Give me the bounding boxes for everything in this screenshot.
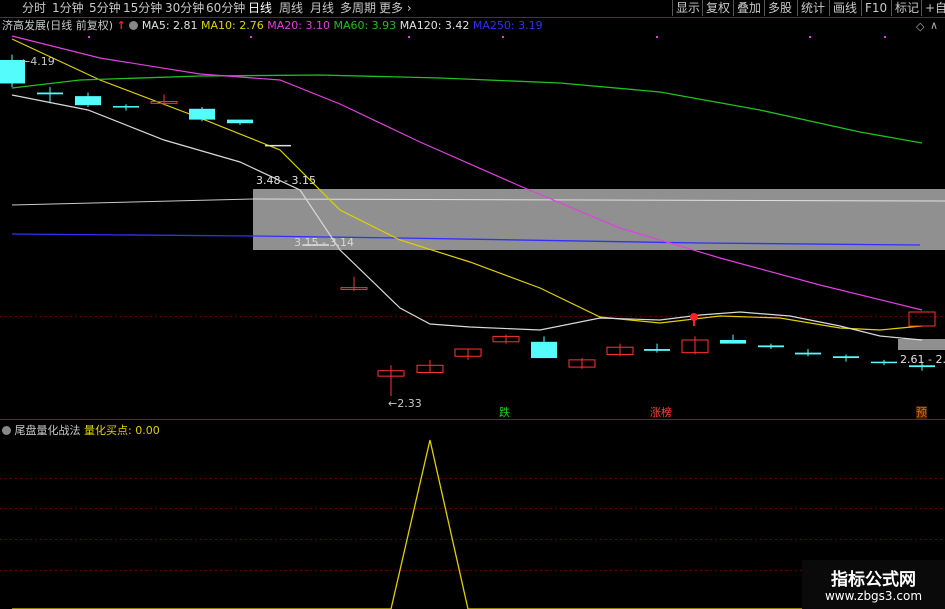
candle-body	[795, 352, 821, 355]
ma5-label: MA5: 2.81	[141, 19, 198, 32]
candle-body	[189, 108, 215, 120]
ma250-label: MA250: 3.19	[472, 19, 543, 32]
main-legend: 济高发展(日线 前复权) ↑ MA5: 2.81 MA10: 2.76 MA20…	[2, 18, 543, 33]
ma-marker-dot	[656, 36, 658, 38]
ma-marker-dot	[250, 36, 252, 38]
sub-legend: 尾盘量化战法 量化买点: 0.00	[2, 423, 160, 438]
ma10-label: MA10: 2.76	[201, 19, 264, 32]
forecast-badge[interactable]: 预	[916, 406, 927, 419]
watermark-url: www.zbgs3.com	[824, 589, 923, 603]
candle-body	[265, 144, 291, 147]
ma-marker-dot	[884, 36, 886, 38]
ma120-label: MA120: 3.42	[399, 19, 470, 32]
sub-settings-circle-icon[interactable]	[2, 426, 11, 435]
candle-body	[227, 119, 253, 124]
ma120-line-left	[11, 198, 254, 206]
low-price-label: ←2.33	[388, 397, 422, 410]
candle-body	[75, 96, 101, 106]
candle-body	[37, 92, 63, 95]
settings-circle-icon[interactable]	[129, 21, 139, 30]
indicator-value: 量化买点: 0.00	[84, 424, 160, 437]
low-price-value: 2.33	[397, 397, 422, 410]
expand-diamond-icon[interactable]: ◇	[916, 20, 924, 33]
ma60-line	[11, 74, 923, 144]
candle-body	[758, 345, 784, 348]
ma-marker-dot	[809, 36, 811, 38]
kline-chart[interactable]	[0, 0, 945, 609]
candle-body	[833, 356, 859, 359]
high-price-value: 4.19	[30, 55, 55, 68]
candle-body	[644, 349, 670, 351]
zone-lower-label: 3.15 - 3.14	[294, 236, 354, 249]
support-zone	[898, 339, 945, 350]
candle-body	[720, 340, 746, 344]
watermark-title: 指标公式网	[831, 570, 916, 590]
ma60-label: MA60: 3.93	[333, 19, 397, 32]
ma10-line	[11, 38, 923, 331]
zone-right-label: 2.61 - 2.6	[900, 353, 945, 366]
stock-title[interactable]: 济高发展(日线 前复权)	[2, 19, 113, 32]
up-arrow-icon: ↑	[116, 19, 126, 32]
ma-marker-dot	[88, 36, 90, 38]
ma-marker-dot	[502, 36, 504, 38]
candle-body	[871, 361, 897, 364]
zone-upper-label: 3.48 - 3.15	[256, 174, 316, 187]
limit-up-rank-badge[interactable]: 涨榜	[650, 406, 672, 419]
fall-badge[interactable]: 跌	[499, 406, 510, 419]
indicator-title[interactable]: 尾盘量化战法	[15, 424, 81, 437]
collapse-chevron-icon[interactable]: ∧	[930, 19, 938, 32]
ma-marker-dot	[408, 36, 410, 38]
watermark: 指标公式网 www.zbgs3.com	[802, 560, 945, 609]
ma20-label: MA20: 3.10	[267, 19, 330, 32]
candle-body	[113, 106, 139, 108]
high-price-label: ←4.19	[21, 55, 55, 68]
candle-body	[531, 341, 557, 359]
signal-line	[12, 439, 922, 609]
forecast-candle	[908, 311, 936, 327]
